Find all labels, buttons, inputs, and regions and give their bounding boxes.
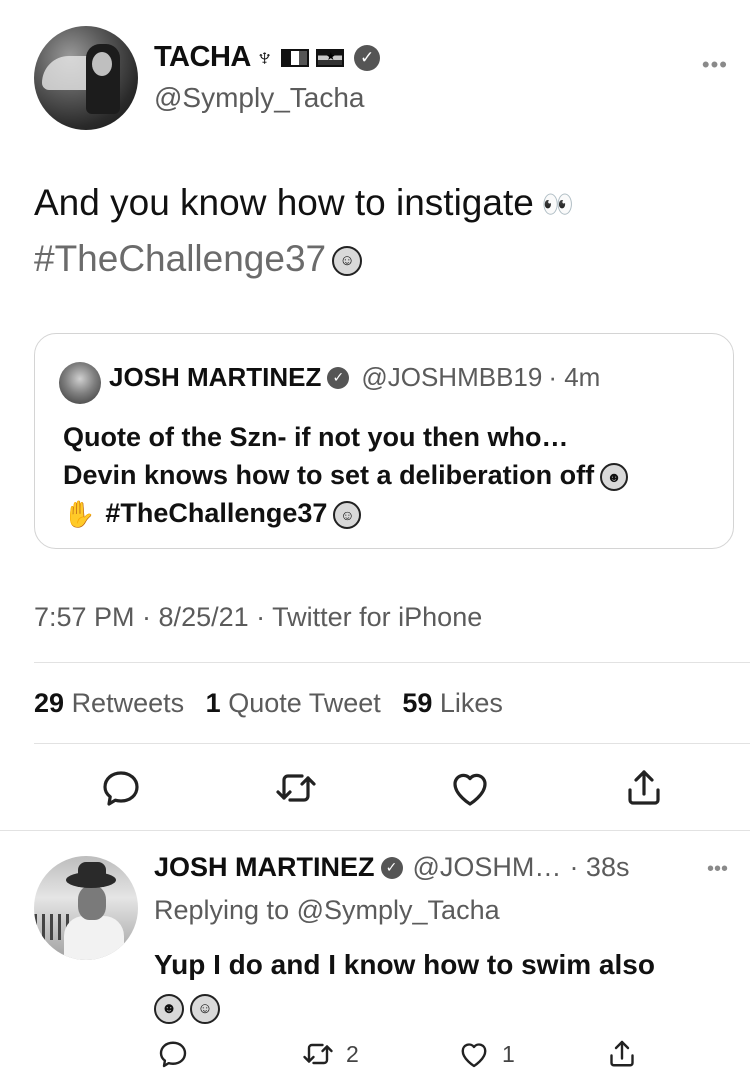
author-display-name[interactable]: TACHA bbox=[154, 41, 251, 74]
retweets-stat[interactable]: 29 Retweets bbox=[34, 688, 184, 718]
replying-to: Replying to @Symply_Tacha bbox=[154, 895, 500, 926]
reply-like-button[interactable]: 1 bbox=[456, 1036, 515, 1072]
reply-handle[interactable]: @JOSHM… bbox=[413, 852, 562, 883]
flag-ghana-icon bbox=[315, 48, 344, 67]
reply-button[interactable] bbox=[97, 764, 145, 812]
quoted-time: · 4m bbox=[548, 362, 601, 392]
avatar-face-shape bbox=[78, 886, 106, 920]
reply-header: JOSH MARTINEZ ✓ @JOSHM… · 38s bbox=[154, 852, 629, 883]
tweet-hashtag[interactable]: #TheChallenge37 bbox=[34, 238, 326, 279]
quoted-tweet-text: Quote of the Szn- if not you then who… D… bbox=[63, 418, 723, 534]
reply-like-count: 1 bbox=[502, 1040, 515, 1067]
divider bbox=[34, 662, 750, 663]
reply-action-bar: 2 1 bbox=[0, 1036, 750, 1076]
reply-time[interactable]: · 38s bbox=[569, 852, 629, 883]
quoted-author-avatar bbox=[59, 362, 101, 404]
laughing-emoji-icon: ☻ bbox=[600, 462, 629, 491]
tweet-timestamp[interactable]: 7:57 PM · 8/25/21 · Twitter for iPhone bbox=[34, 602, 482, 633]
avatar-face-shape bbox=[92, 52, 112, 76]
eyes-emoji-icon: 👀 bbox=[541, 190, 574, 221]
quote-tweets-label: Quote Tweet bbox=[228, 688, 381, 718]
author-handle[interactable]: @Symply_Tacha bbox=[154, 82, 365, 114]
trident-icon: ♆ bbox=[254, 42, 275, 72]
reply-icon bbox=[103, 771, 139, 806]
retweets-count: 29 bbox=[34, 688, 65, 718]
author-name-row[interactable]: TACHA ♆ ✓ bbox=[154, 41, 380, 74]
share-button[interactable] bbox=[620, 764, 668, 812]
reply-retweet-button[interactable]: 2 bbox=[300, 1036, 359, 1072]
reply-body: Yup I do and I know how to swim also bbox=[154, 949, 655, 980]
more-horizontal-icon[interactable]: ••• bbox=[702, 52, 728, 78]
flag-ivory-coast-icon bbox=[280, 48, 309, 67]
quoted-hashtag[interactable]: #TheChallenge37 bbox=[105, 498, 327, 528]
replying-prefix: Replying to bbox=[154, 895, 290, 925]
likes-count: 59 bbox=[402, 688, 433, 718]
man-face-emoji-icon: ☺ bbox=[332, 246, 363, 277]
reply-share-button[interactable] bbox=[604, 1036, 640, 1072]
retweet-button[interactable] bbox=[272, 764, 320, 812]
replying-mention[interactable]: @Symply_Tacha bbox=[297, 895, 500, 925]
clapping-hands-emoji-icon: ✋ bbox=[63, 499, 96, 530]
quoted-handle: @JOSHMBB19 bbox=[361, 362, 543, 392]
tweet-text: And you know how to instigate 👀 #TheChall… bbox=[34, 176, 724, 286]
share-icon bbox=[628, 770, 660, 805]
likes-stat[interactable]: 59 Likes bbox=[402, 688, 503, 718]
main-tweet-header: TACHA ♆ ✓ @Symply_Tacha ••• bbox=[34, 24, 750, 134]
divider bbox=[34, 743, 750, 744]
verified-badge-icon: ✓ bbox=[380, 856, 403, 879]
reply-icon bbox=[159, 1041, 187, 1068]
share-icon bbox=[610, 1040, 634, 1067]
reply-retweet-count: 2 bbox=[346, 1040, 359, 1067]
reply-text: Yup I do and I know how to swim also ☻ ☺ bbox=[154, 944, 724, 1028]
quote-tweets-stat[interactable]: 1 Quote Tweet bbox=[206, 688, 381, 718]
avatar-hat-crown-shape bbox=[78, 862, 106, 880]
reply-author-avatar[interactable] bbox=[34, 856, 138, 960]
retweets-label: Retweets bbox=[71, 688, 185, 718]
likes-label: Likes bbox=[439, 688, 503, 718]
retweet-icon bbox=[276, 774, 316, 802]
verified-badge-icon: ✓ bbox=[327, 366, 350, 389]
quoted-tweet-card[interactable]: JOSH MARTINEZ ✓ @JOSHMBB19 · 4m Quote of… bbox=[34, 333, 734, 549]
tweet-action-bar bbox=[0, 764, 750, 820]
author-avatar[interactable] bbox=[34, 26, 138, 130]
more-horizontal-icon[interactable]: ••• bbox=[707, 858, 728, 881]
quoted-line-1: Quote of the Szn- if not you then who… bbox=[63, 422, 569, 452]
thread-divider bbox=[0, 830, 750, 831]
man-face-emoji-icon: ☺ bbox=[333, 500, 362, 529]
quoted-line-2: Devin knows how to set a deliberation of… bbox=[63, 460, 595, 490]
tweet-body: And you know how to instigate bbox=[34, 182, 534, 223]
laughing-emoji-icon: ☻ bbox=[154, 993, 184, 1024]
reply-reply-button[interactable] bbox=[155, 1036, 191, 1072]
quote-tweets-count: 1 bbox=[205, 688, 221, 718]
quoted-display-name: JOSH MARTINEZ bbox=[109, 362, 322, 392]
heart-icon bbox=[461, 1043, 487, 1068]
reply-display-name[interactable]: JOSH MARTINEZ bbox=[154, 852, 375, 883]
verified-badge-icon: ✓ bbox=[353, 44, 380, 71]
quoted-tweet-header: JOSH MARTINEZ ✓ @JOSHMBB19 · 4m bbox=[109, 362, 600, 393]
heart-icon bbox=[453, 773, 487, 806]
winking-emoji-icon: ☺ bbox=[190, 993, 220, 1024]
tweet-detail-page: TACHA ♆ ✓ @Symply_Tacha ••• And you know… bbox=[0, 0, 750, 1089]
engagement-stats: 29 Retweets 1 Quote Tweet 59 Likes bbox=[34, 688, 503, 719]
avatar-shirt-shape bbox=[64, 916, 124, 960]
retweet-icon bbox=[303, 1043, 333, 1065]
like-button[interactable] bbox=[446, 764, 494, 812]
